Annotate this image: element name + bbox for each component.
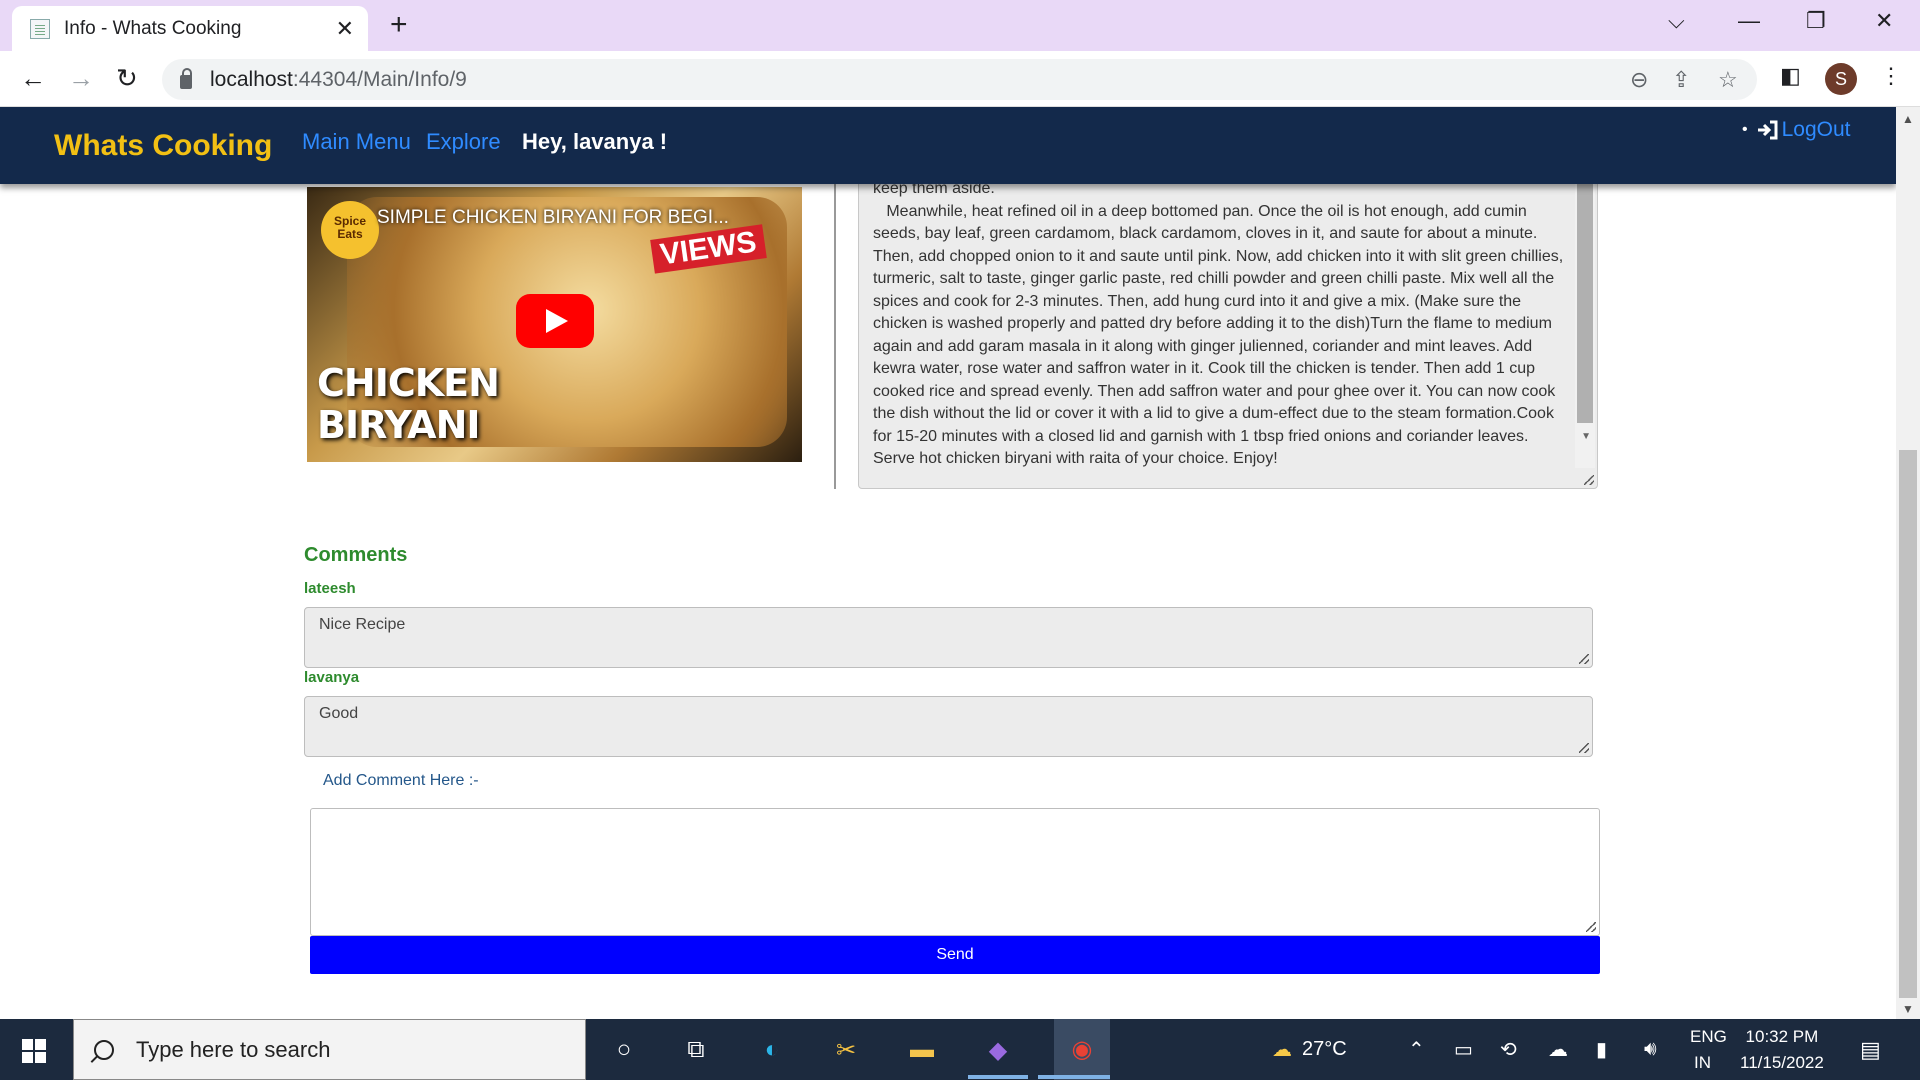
youtube-video-embed[interactable]: Spice Eats SIMPLE CHICKEN BIRYANI FOR BE… [307,187,802,462]
address-bar[interactable]: localhost:44304/Main/Info/9 ⊖ ⇪ ☆ [162,59,1757,100]
nav-main-menu[interactable]: Main Menu [302,129,411,155]
recipe-scrollbar-thumb[interactable] [1577,168,1593,423]
new-tab-button[interactable]: + [390,8,408,42]
resize-handle-icon[interactable] [1586,922,1596,932]
comment-text: Good [319,705,359,722]
resize-handle-icon[interactable] [1579,743,1589,753]
scroll-down-icon[interactable]: ▼ [1902,1002,1914,1016]
url-text: localhost:44304/Main/Info/9 [210,67,467,91]
close-tab-icon[interactable]: ✕ [336,16,354,42]
snipping-tool-icon[interactable]: ✂ [828,1032,864,1068]
browser-tab[interactable]: Info - Whats Cooking ✕ [12,6,368,51]
active-app-indicator [1038,1075,1110,1079]
comment-author: lateesh [304,580,356,597]
menu-kebab-icon[interactable]: ⋮ [1880,63,1902,89]
reload-icon[interactable]: ↻ [116,63,138,94]
recipe-text-area[interactable]: keep them aside. Meanwhile, heat refined… [858,167,1598,489]
site-navbar: Whats Cooking Main Menu Explore Hey, lav… [0,107,1896,184]
sign-out-icon [1757,120,1778,140]
resize-handle-icon[interactable] [1579,654,1589,664]
page-viewport: Spice Eats SIMPLE CHICKEN BIRYANI FOR BE… [0,107,1896,1019]
taskbar-search-box[interactable]: Type here to search [73,1019,586,1080]
cloudy-weather-icon: ☁ [1272,1039,1292,1061]
site-brand[interactable]: Whats Cooking [54,129,272,163]
chrome-browser-icon[interactable]: ◉ [1054,1019,1110,1080]
clock-time: 10:32 PM [1745,1026,1819,1046]
bookmark-star-icon[interactable]: ☆ [1718,67,1738,93]
volume-icon[interactable]: 🔊︎ [1644,1019,1657,1080]
device-sync-icon[interactable]: ⟲ [1500,1019,1517,1080]
show-hidden-icons-chevron-icon[interactable]: ⌃ [1408,1019,1425,1080]
notifications-icon[interactable]: ▤ [1860,1019,1881,1080]
forward-arrow-icon[interactable]: → [68,63,94,94]
side-panel-icon[interactable]: ◧ [1780,63,1801,89]
restore-window-icon[interactable]: ❐ [1806,8,1826,34]
close-window-icon[interactable]: ✕ [1875,8,1893,34]
column-divider [834,177,836,489]
region-code: IN [1694,1052,1711,1072]
list-bullet: • [1742,121,1748,138]
clock[interactable]: 10:32 PM 11/15/2022 [1740,1019,1824,1080]
search-icon [94,1039,114,1060]
cortana-icon[interactable]: ○ [606,1032,642,1068]
video-overlay-text: CHICKEN BIRYANI [317,361,500,447]
nav-explore[interactable]: Explore [426,129,501,155]
play-icon[interactable] [516,294,594,348]
resize-handle-icon[interactable] [1584,475,1594,485]
browser-toolbar: ← → ↻ localhost:44304/Main/Info/9 ⊖ ⇪ ☆ … [0,51,1920,107]
taskbar-search-placeholder: Type here to search [136,1036,331,1062]
profile-avatar[interactable]: S [1825,63,1857,95]
share-icon[interactable]: ⇪ [1672,67,1690,93]
send-button[interactable]: Send [310,936,1600,974]
back-arrow-icon[interactable]: ← [20,63,46,94]
browser-tab-strip: Info - Whats Cooking ✕ + ⌵ — ❐ ✕ [0,0,1920,51]
edge-browser-icon[interactable]: ◐ [754,1032,790,1068]
page-favicon-icon [30,18,50,39]
add-comment-input[interactable] [310,808,1600,936]
lock-icon[interactable] [180,67,192,89]
battery-icon[interactable]: ▮ [1596,1019,1607,1080]
visual-studio-icon[interactable]: ◆ [980,1032,1016,1068]
scroll-up-icon[interactable]: ▲ [1902,112,1914,126]
recipe-scroll-down-icon[interactable]: ▼ [1581,426,1591,449]
tab-search-chevron-icon[interactable]: ⌵ [1668,8,1685,34]
windows-taskbar: Type here to search ○ ⧉ ◐ ✂ ▬ ◆ ◉ ☁ 27°C… [0,1019,1920,1080]
file-explorer-icon[interactable]: ▬ [904,1032,940,1068]
add-comment-label: Add Comment Here :- [323,772,479,789]
comment-author: lavanya [304,669,360,686]
meet-now-icon[interactable]: ▭ [1454,1019,1473,1080]
channel-logo[interactable]: Spice Eats [321,201,379,259]
windows-start-icon[interactable] [22,1039,46,1063]
comment-text-box[interactable]: Good [304,696,1593,757]
video-title[interactable]: SIMPLE CHICKEN BIRYANI FOR BEGI... [377,207,729,229]
task-view-icon[interactable]: ⧉ [678,1032,714,1068]
clock-date: 11/15/2022 [1740,1052,1824,1072]
comments-heading: Comments [304,544,408,566]
recipe-text: keep them aside. Meanwhile, heat refined… [873,180,1564,467]
comment-text-box[interactable]: Nice Recipe [304,607,1593,668]
zoom-icon[interactable]: ⊖ [1630,67,1648,93]
language-indicator[interactable]: ENG IN [1690,1019,1727,1080]
tab-title: Info - Whats Cooking [64,17,242,39]
language-code: ENG [1690,1026,1727,1046]
weather-widget[interactable]: ☁ 27°C [1272,1019,1347,1080]
active-app-indicator [968,1075,1028,1079]
minimize-window-icon[interactable]: — [1738,8,1760,34]
onedrive-cloud-icon[interactable]: ☁ [1548,1019,1568,1080]
weather-temperature: 27°C [1302,1038,1347,1060]
user-greeting: Hey, lavanya ! [522,129,668,154]
page-scrollbar-thumb[interactable] [1899,450,1917,998]
comment-text: Nice Recipe [319,616,406,633]
logout-link[interactable]: • LogOut [1742,118,1851,142]
